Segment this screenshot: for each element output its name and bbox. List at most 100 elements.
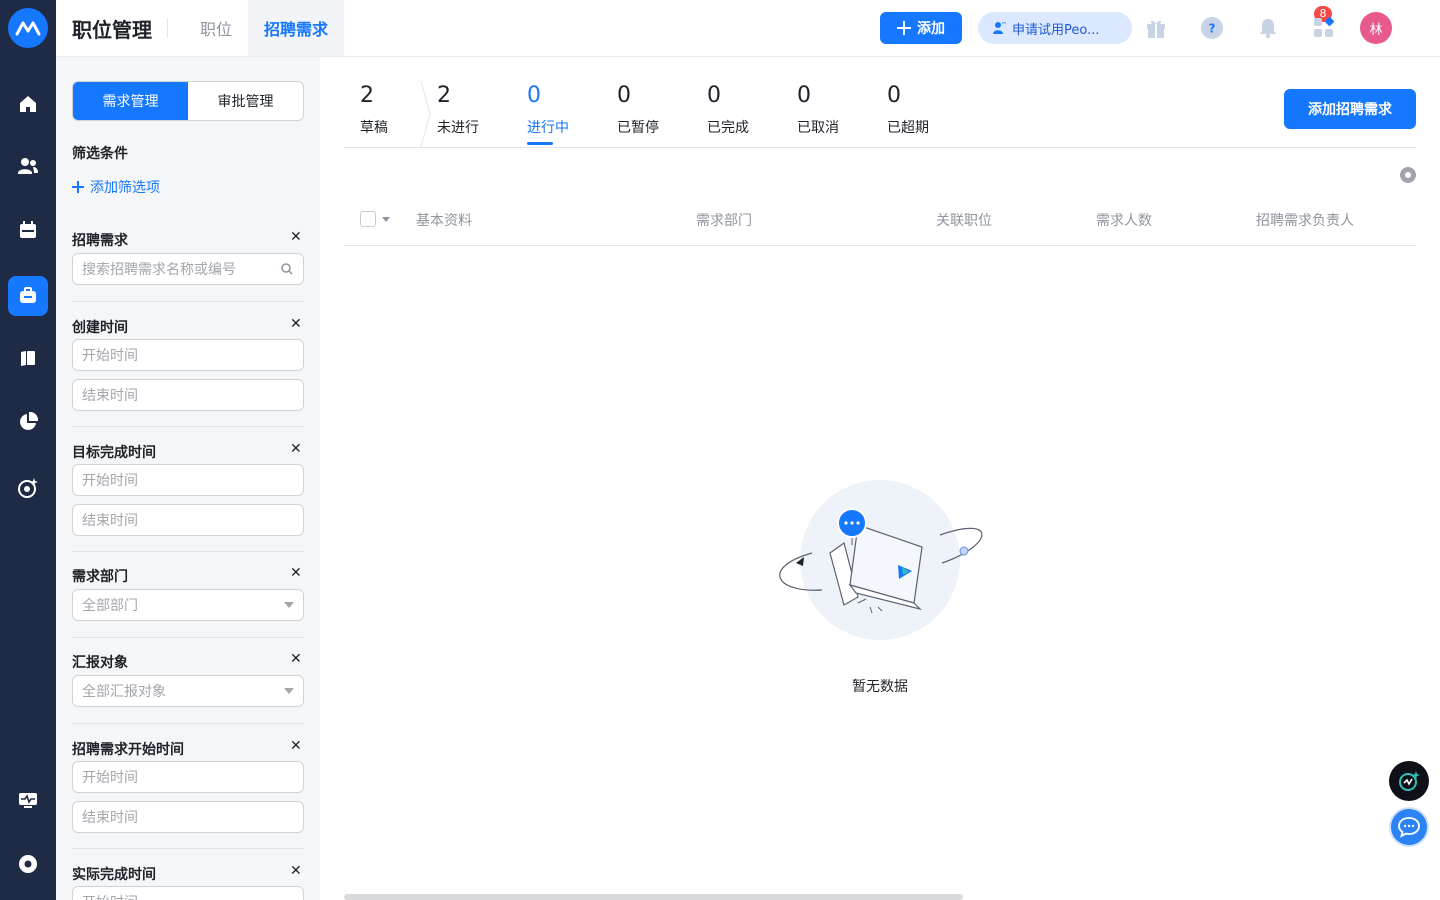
column-header-department[interactable]: 需求部门 (696, 210, 752, 230)
created-start-input[interactable]: 开始时间 (72, 339, 304, 371)
status-count: 2 (360, 83, 374, 108)
add-filter-label: 添加筛选项 (90, 180, 160, 196)
header-add-label: 添加 (917, 21, 945, 37)
select-all-checkbox[interactable] (360, 211, 376, 227)
tab-positions[interactable]: 职位 (184, 0, 248, 56)
filter-divider (72, 723, 304, 724)
remove-filter-requirement-start-icon[interactable]: ✕ (290, 738, 302, 754)
chat-support-button[interactable] (1389, 807, 1429, 847)
home-icon (20, 96, 36, 112)
book-icon (21, 351, 35, 366)
status-label: 已取消 (797, 120, 839, 136)
status-count: 2 (437, 83, 451, 108)
requirement-end-input[interactable]: 结束时间 (72, 801, 304, 833)
nav-documents[interactable] (8, 338, 48, 378)
status-label: 未进行 (437, 120, 479, 136)
created-end-input[interactable]: 结束时间 (72, 379, 304, 411)
target-end-input[interactable]: 结束时间 (72, 504, 304, 536)
status-tab-not-started[interactable]: 2 未进行 (437, 83, 479, 137)
column-header-basic-info[interactable]: 基本资料 (416, 210, 472, 230)
filter-divider (72, 637, 304, 638)
status-label: 进行中 (527, 120, 569, 136)
requirement-search-input[interactable]: 搜索招聘需求名称或编号 (72, 253, 304, 285)
remove-filter-requirement-icon[interactable]: ✕ (290, 229, 302, 245)
filter-panel: 需求管理 审批管理 筛选条件 添加筛选项 招聘需求 ✕ 搜索招聘需求名称或编号 … (56, 57, 320, 900)
requirement-search-placeholder: 搜索招聘需求名称或编号 (82, 262, 236, 278)
plus-icon (72, 181, 84, 193)
report-to-select[interactable]: 全部汇报对象 (72, 675, 304, 707)
apply-trial-button[interactable]: 申请试用Peo... (978, 12, 1132, 44)
horizontal-scrollbar[interactable] (344, 894, 963, 900)
filter-label-actual-completion: 实际完成时间 (72, 867, 156, 883)
view-segmented-control: 需求管理 审批管理 (72, 81, 304, 121)
nav-jobs[interactable] (8, 276, 48, 316)
user-avatar[interactable]: 林 (1360, 12, 1392, 44)
remove-filter-actual-completion-icon[interactable]: ✕ (290, 863, 302, 879)
status-count: 0 (527, 83, 541, 108)
remove-filter-report-to-icon[interactable]: ✕ (290, 651, 302, 667)
app-logo[interactable] (8, 8, 48, 48)
gift-button[interactable] (1142, 14, 1170, 42)
requirement-start-input[interactable]: 开始时间 (72, 761, 304, 793)
filter-label-target-completion: 目标完成时间 (72, 445, 156, 461)
segment-approval-management[interactable]: 审批管理 (188, 82, 303, 120)
column-header-headcount[interactable]: 需求人数 (1096, 210, 1152, 230)
top-header: 职位管理 职位 招聘需求 添加 申请试用Peo... ? 8 林 (56, 0, 1440, 57)
nav-reports[interactable] (8, 402, 48, 442)
status-label: 已暂停 (617, 120, 659, 136)
column-header-related-position[interactable]: 关联职位 (936, 210, 992, 230)
status-tab-paused[interactable]: 0 已暂停 (617, 83, 659, 137)
search-icon (281, 263, 293, 275)
status-tab-completed[interactable]: 0 已完成 (707, 83, 749, 137)
status-label: 已超期 (887, 120, 929, 136)
svg-text:?: ? (1209, 22, 1216, 36)
remove-filter-created-time-icon[interactable]: ✕ (290, 316, 302, 332)
select-options-caret-icon[interactable] (382, 217, 390, 222)
apps-button[interactable] (1310, 14, 1338, 42)
status-tab-draft[interactable]: 2 草稿 (360, 83, 388, 137)
nav-settings[interactable] (8, 844, 48, 884)
header-add-button[interactable]: 添加 (880, 12, 962, 44)
apps-grid-icon (1314, 16, 1335, 37)
column-settings-icon[interactable] (1400, 167, 1416, 183)
people-icon (18, 158, 38, 174)
status-tab-overdue[interactable]: 0 已超期 (887, 83, 929, 137)
nav-monitor[interactable] (8, 780, 48, 820)
column-header-owner[interactable]: 招聘需求负责人 (1256, 210, 1354, 230)
target-start-input[interactable]: 开始时间 (72, 464, 304, 496)
help-button[interactable]: ? (1198, 14, 1226, 42)
nav-ai[interactable] (8, 468, 48, 508)
table-header: 基本资料 需求部门 关联职位 需求人数 招聘需求负责人 (344, 195, 1416, 246)
filter-label-created-time: 创建时间 (72, 320, 128, 336)
add-filter-button[interactable]: 添加筛选项 (72, 177, 160, 197)
settings-icon (19, 855, 37, 873)
nav-calendar[interactable] (8, 210, 48, 250)
filter-divider (72, 301, 304, 302)
filter-heading: 筛选条件 (72, 146, 128, 162)
plus-icon (897, 21, 911, 35)
remove-filter-target-completion-icon[interactable]: ✕ (290, 441, 302, 457)
empty-state-illustration (779, 480, 983, 640)
gift-icon (1147, 20, 1165, 38)
status-count: 0 (617, 83, 631, 108)
status-count: 0 (707, 83, 721, 108)
segment-requirement-management[interactable]: 需求管理 (73, 82, 188, 120)
nav-home[interactable] (8, 84, 48, 124)
notifications-button[interactable] (1254, 14, 1282, 42)
status-tab-cancelled[interactable]: 0 已取消 (797, 83, 839, 137)
filter-label-requirement: 招聘需求 (72, 233, 128, 249)
briefcase-icon (20, 287, 36, 303)
nav-people[interactable] (8, 146, 48, 186)
remove-filter-department-icon[interactable]: ✕ (290, 565, 302, 581)
apply-trial-label: 申请试用Peo... (1012, 22, 1100, 38)
filter-label-department: 需求部门 (72, 569, 128, 585)
add-requirement-button[interactable]: 添加招聘需求 (1284, 89, 1416, 129)
ai-assistant-button[interactable] (1389, 761, 1429, 801)
actual-start-input[interactable]: 开始时间 (72, 886, 304, 900)
status-tab-in-progress[interactable]: 0 进行中 (527, 83, 569, 145)
chat-bubble-icon (1398, 817, 1420, 838)
tab-recruitment-requirements[interactable]: 招聘需求 (248, 0, 345, 56)
department-select[interactable]: 全部部门 (72, 589, 304, 621)
bell-icon (1260, 19, 1276, 39)
monitor-pulse-icon (19, 793, 37, 808)
